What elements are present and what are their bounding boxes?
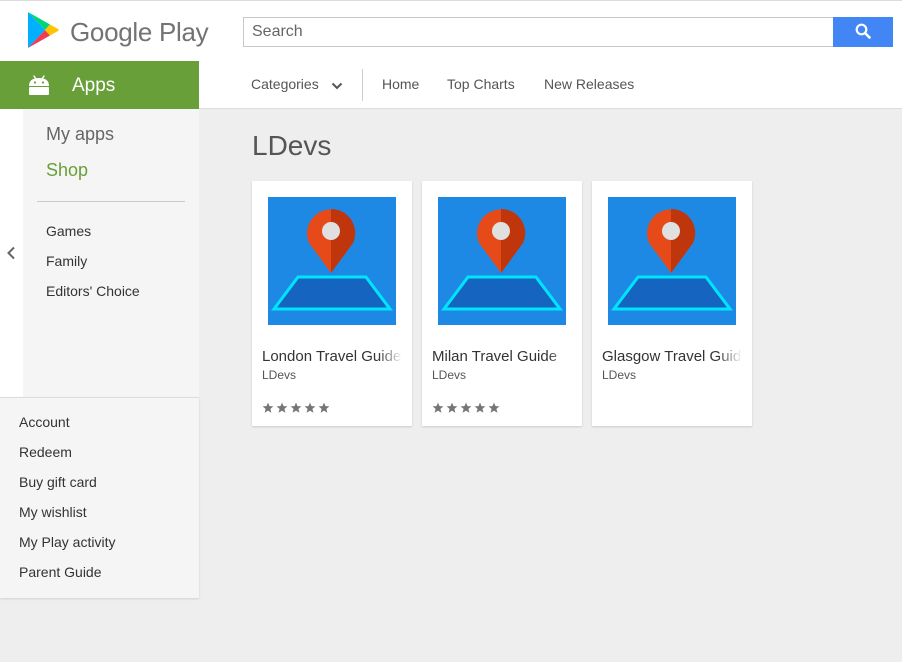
chevron-down-icon <box>331 77 343 93</box>
sidebar-divider <box>37 201 185 202</box>
app-developer[interactable]: LDevs <box>432 368 466 382</box>
brand-name: Google Play <box>70 16 209 47</box>
sidebar-item-games[interactable]: Games <box>46 223 91 239</box>
app-icon <box>268 197 396 325</box>
menu-redeem[interactable]: Redeem <box>19 444 72 460</box>
app-icon <box>438 197 566 325</box>
sidebar-collapse-strip[interactable] <box>0 109 23 397</box>
sidebar-item-family[interactable]: Family <box>46 253 87 269</box>
chevron-left-icon[interactable] <box>6 246 16 265</box>
app-developer[interactable]: LDevs <box>602 368 636 382</box>
menu-account[interactable]: Account <box>19 414 70 430</box>
star-icon <box>474 402 486 413</box>
android-icon <box>28 74 50 101</box>
menu-my-wishlist[interactable]: My wishlist <box>19 504 87 520</box>
app-icon <box>608 197 736 325</box>
page-title: LDevs <box>252 130 332 161</box>
play-store-icon <box>26 11 60 54</box>
sidebar: My apps Shop Games Family Editors' Choic… <box>23 109 199 397</box>
app-rating <box>262 402 330 414</box>
star-icon <box>262 402 274 413</box>
search-bar <box>243 17 893 47</box>
app-card[interactable]: London Travel Guide LDevs <box>252 181 412 426</box>
app-card[interactable]: Milan Travel Guide LDevs <box>422 181 582 426</box>
app-developer[interactable]: LDevs <box>262 368 296 382</box>
star-icon <box>432 402 444 413</box>
search-button[interactable] <box>833 17 893 47</box>
apps-category-tab[interactable]: Apps <box>0 61 199 109</box>
star-icon <box>460 402 472 413</box>
star-icon <box>488 402 500 413</box>
sidebar-shop[interactable]: Shop <box>46 160 88 181</box>
star-icon <box>304 402 316 413</box>
sidebar-item-editors-choice[interactable]: Editors' Choice <box>46 283 140 299</box>
star-icon <box>446 402 458 413</box>
google-play-logo[interactable]: Google Play <box>26 11 209 54</box>
app-card[interactable]: Glasgow Travel Guide LDevs <box>592 181 752 426</box>
apps-tab-label: Apps <box>72 75 116 96</box>
menu-my-play-activity[interactable]: My Play activity <box>19 534 115 550</box>
app-title[interactable]: Glasgow Travel Guide <box>602 348 742 365</box>
star-icon <box>276 402 288 413</box>
star-icon <box>318 402 330 413</box>
app-rating <box>432 402 500 414</box>
nav-top-charts[interactable]: Top Charts <box>447 76 515 92</box>
menu-parent-guide[interactable]: Parent Guide <box>19 564 102 580</box>
categories-dropdown[interactable]: Categories <box>251 76 343 93</box>
app-title[interactable]: London Travel Guide <box>262 348 402 365</box>
secondary-nav: Categories Home Top Charts New Releases <box>199 61 902 109</box>
nav-new-releases[interactable]: New Releases <box>544 76 634 92</box>
account-menu: Account Redeem Buy gift card My wishlist… <box>0 397 199 598</box>
app-title[interactable]: Milan Travel Guide <box>432 348 572 365</box>
star-icon <box>290 402 302 413</box>
categories-label: Categories <box>251 76 319 92</box>
menu-buy-gift-card[interactable]: Buy gift card <box>19 474 97 490</box>
nav-home[interactable]: Home <box>382 76 419 92</box>
sidebar-my-apps[interactable]: My apps <box>46 124 114 145</box>
nav-divider <box>362 69 363 101</box>
search-input[interactable] <box>243 17 833 47</box>
search-icon <box>855 23 871 42</box>
top-header: Google Play <box>0 0 902 61</box>
